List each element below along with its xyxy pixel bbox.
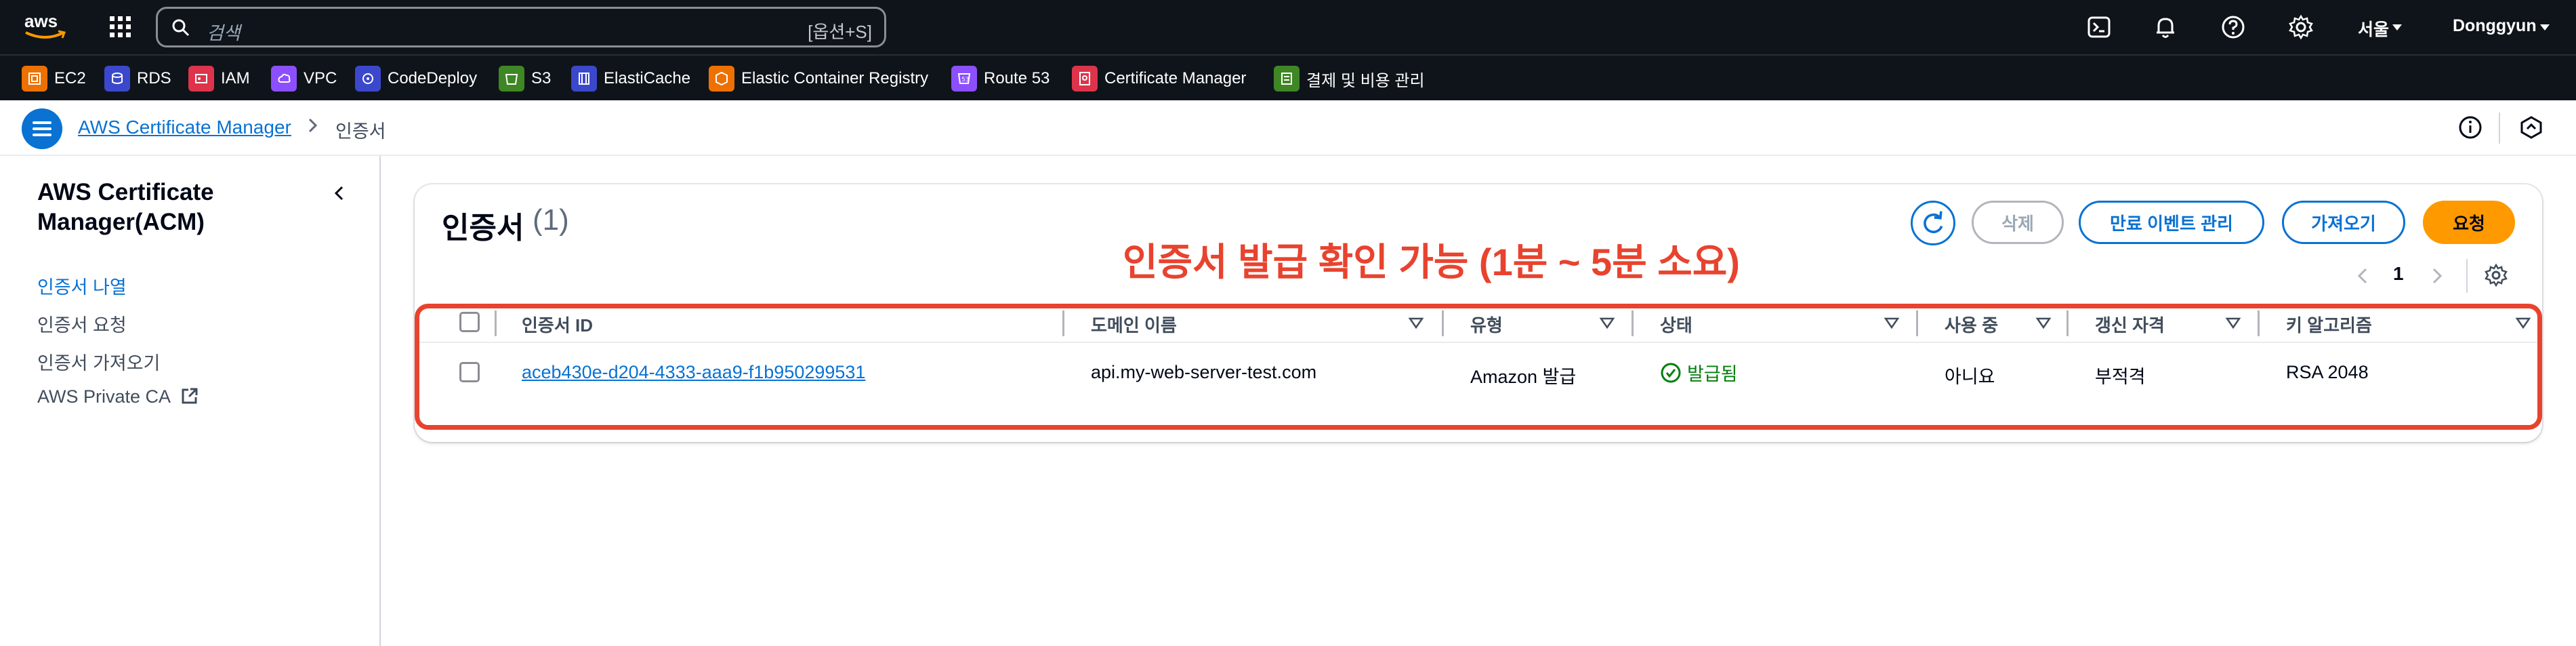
breadcrumb-acm-link[interactable]: AWS Certificate Manager (78, 117, 291, 138)
services-grid-icon[interactable] (107, 14, 134, 41)
fav-elastic-container-registry[interactable]: Elastic Container Registry (709, 65, 928, 92)
breadcrumb: AWS Certificate Manager 인증서 (0, 100, 2576, 156)
user-menu[interactable]: Donggyun (2453, 16, 2537, 36)
billing-icon (1274, 66, 1300, 92)
request-button[interactable]: 요청 (2423, 201, 2515, 244)
fav-ec2[interactable]: EC2 (22, 65, 86, 92)
s3-bucket-icon (499, 66, 524, 92)
search-input[interactable]: 검색 [옵션+S] (156, 7, 886, 47)
cloudshell-icon[interactable] (2085, 14, 2113, 41)
certificate-manager-icon (1072, 66, 1098, 92)
fav-vpc[interactable]: VPC (271, 65, 337, 92)
external-link-icon (182, 388, 198, 404)
svg-text:aws: aws (24, 11, 58, 31)
side-nav-import-certificate[interactable]: 인증서 가져오기 (37, 348, 160, 375)
side-nav-private-ca[interactable]: AWS Private CA (37, 386, 199, 407)
fav-billing[interactable]: 결제 및 비용 관리 (1274, 65, 1425, 92)
region-chevron-down-icon (2392, 24, 2402, 31)
panel-title: 인증서 (442, 211, 524, 245)
aws-logo[interactable]: aws (23, 9, 68, 43)
elasticache-icon (571, 66, 597, 92)
pagination-divider (2466, 259, 2468, 293)
search-shortcut: [옵션+S] (808, 22, 872, 42)
favorites-bar: EC2 RDS IAM VPC CodeDeploy S3 ElastiCach… (0, 54, 2576, 100)
table-preferences-gear-icon[interactable] (2484, 263, 2508, 287)
top-navigation: aws 검색 [옵션+S] 서울 Donggyun (0, 0, 2576, 54)
fav-elasticache[interactable]: ElastiCache (571, 65, 690, 92)
help-icon[interactable] (2220, 14, 2247, 41)
hamburger-menu-icon[interactable] (22, 108, 62, 149)
side-nav-list-certificates[interactable]: 인증서 나열 (37, 272, 127, 299)
search-icon (172, 19, 190, 37)
rds-icon (104, 66, 130, 92)
collapse-chevron-left-icon[interactable] (329, 183, 350, 203)
info-icon[interactable] (2457, 114, 2484, 141)
side-nav-title: AWS Certificate Manager(ACM) (37, 179, 214, 235)
feedback-icon[interactable] (2518, 114, 2545, 141)
fav-route-53[interactable]: 53 Route 53 (951, 65, 1050, 92)
breadcrumb-current: 인증서 (335, 121, 386, 142)
fav-iam[interactable]: IAM (188, 65, 250, 92)
pagination-prev-icon[interactable] (2352, 264, 2373, 287)
iam-icon (188, 66, 214, 92)
user-chevron-down-icon (2540, 24, 2550, 31)
delete-button[interactable]: 삭제 (1972, 201, 2064, 244)
side-nav-private-ca-label: AWS Private CA (37, 386, 170, 407)
import-button[interactable]: 가져오기 (2282, 201, 2405, 244)
settings-gear-icon[interactable] (2287, 14, 2314, 41)
codedeploy-icon (355, 66, 381, 92)
fav-certificate-manager[interactable]: Certificate Manager (1072, 65, 1246, 92)
panel-count: (1) (533, 203, 569, 237)
manage-expiry-events-button[interactable]: 만료 이벤트 관리 (2079, 201, 2264, 244)
side-nav-request-certificate[interactable]: 인증서 요청 (37, 310, 127, 337)
svg-text:53: 53 (961, 77, 969, 83)
vpc-icon (271, 66, 297, 92)
ecr-icon (709, 66, 734, 92)
pagination-page-number[interactable]: 1 (2393, 263, 2404, 285)
region-selector[interactable]: 서울 (2358, 16, 2389, 41)
route53-icon: 53 (951, 66, 977, 92)
search-placeholder: 검색 (207, 23, 241, 43)
notifications-bell-icon[interactable] (2152, 14, 2179, 41)
annotation-text: 인증서 발급 확인 가능 (1분 ~ 5분 소요) (1123, 241, 1740, 283)
fav-codedeploy[interactable]: CodeDeploy (355, 65, 477, 92)
chevron-right-icon (308, 118, 318, 133)
breadcrumb-divider (2499, 113, 2500, 144)
fav-s3[interactable]: S3 (499, 65, 551, 92)
ec2-icon (22, 66, 47, 92)
annotation-highlight-box (415, 304, 2542, 430)
refresh-button[interactable] (1911, 201, 1955, 245)
side-navigation: AWS Certificate Manager(ACM) 인증서 나열 인증서 … (0, 156, 381, 646)
pagination-next-icon[interactable] (2427, 264, 2447, 287)
fav-rds[interactable]: RDS (104, 65, 171, 92)
